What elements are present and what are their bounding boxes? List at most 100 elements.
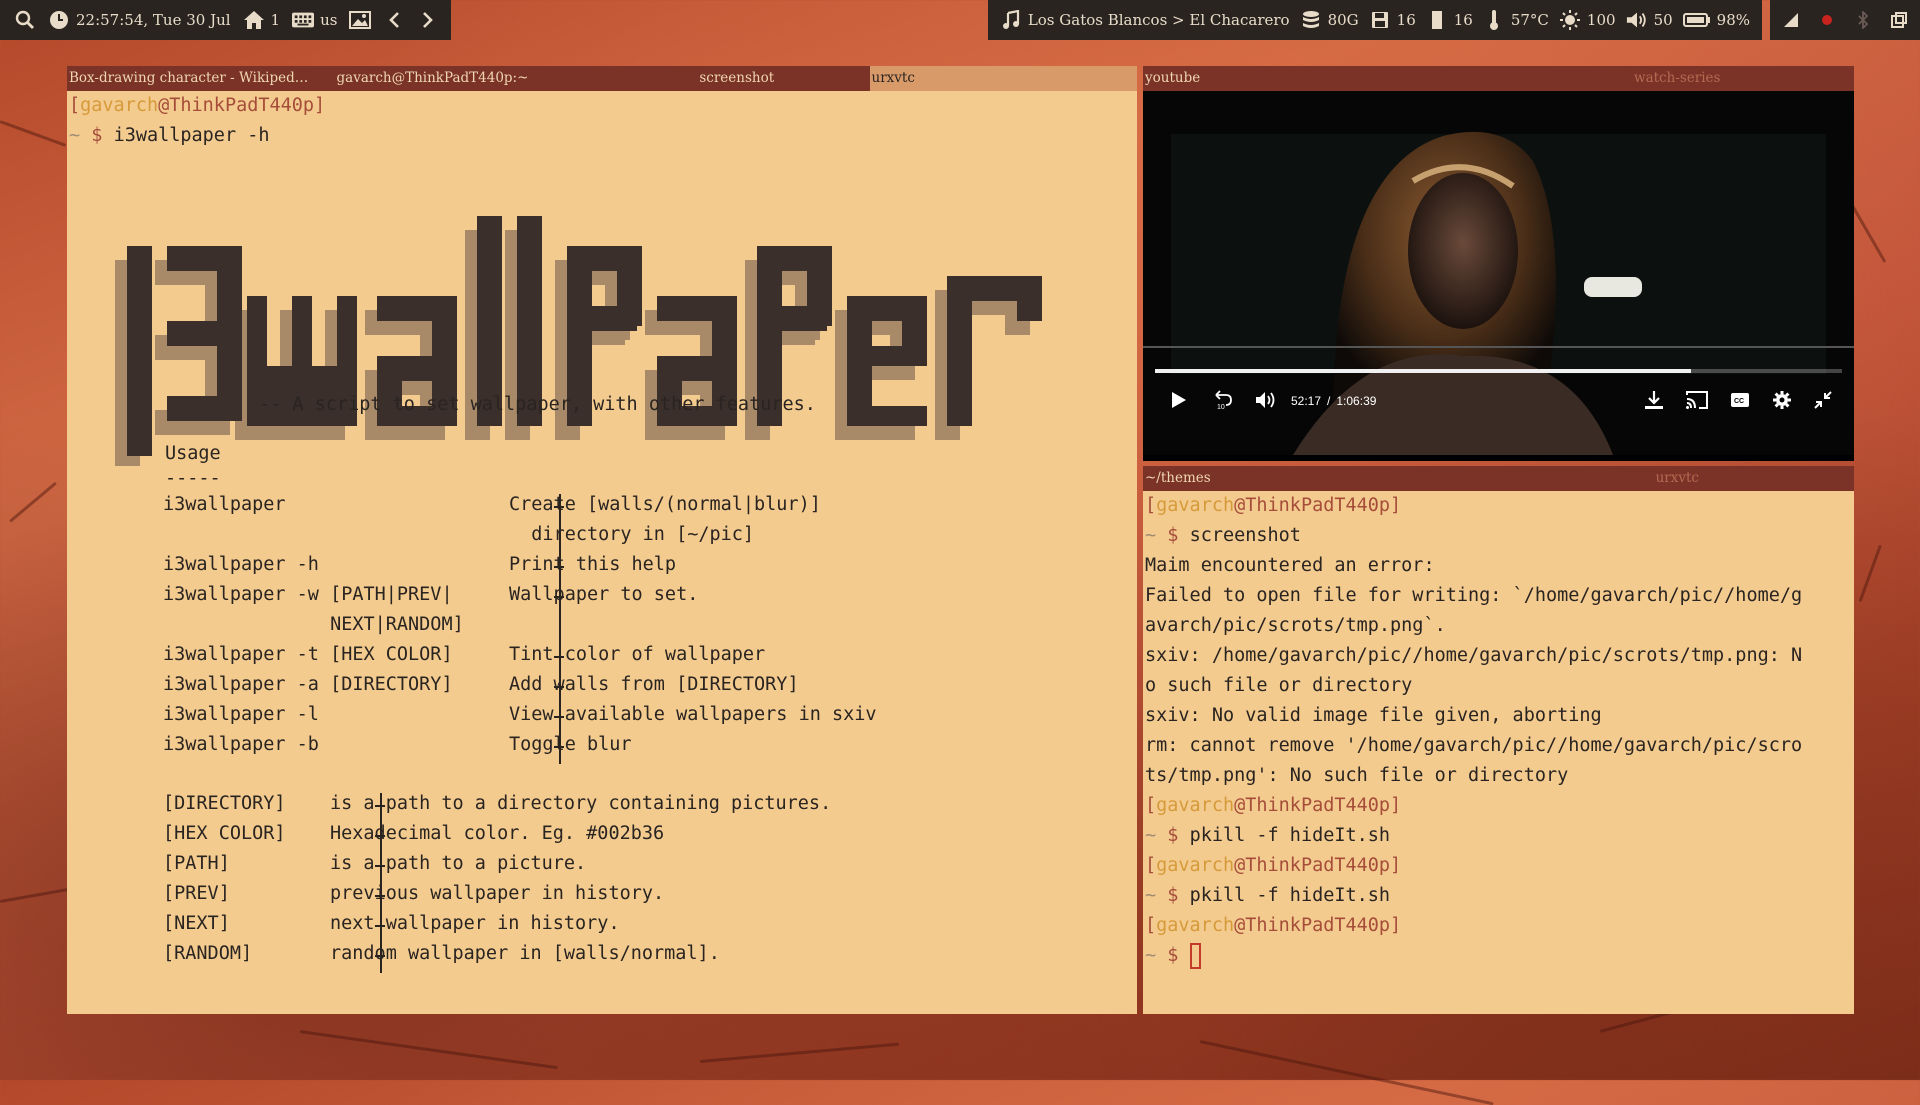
- progress-bar-track[interactable]: [1155, 369, 1842, 373]
- output-line: ts/tmp.png': No such file or directory: [1145, 765, 1569, 786]
- volume-icon: [1626, 9, 1648, 31]
- captions-icon[interactable]: CC: [1730, 392, 1750, 411]
- download-icon[interactable]: [1644, 390, 1664, 413]
- param-description: random wallpaper in [walls/normal].: [330, 943, 720, 964]
- workspace-indicator[interactable]: 1: [243, 9, 281, 31]
- left-terminal-window[interactable]: Box-drawing character - Wikiped… gavarch…: [67, 66, 1137, 1014]
- param-table: [DIRECTORY] is a path to a directory cont…: [163, 793, 1063, 983]
- right-terminal-window[interactable]: ~/themes urxvtc [gavarch@ThinkPadT440p] ~…: [1143, 466, 1854, 1014]
- output-line: rm: cannot remove '/home/gavarch/pic//ho…: [1145, 735, 1803, 756]
- command-line: ~ $ i3wallpaper -h: [67, 121, 270, 151]
- prompt-dollar: $: [1167, 525, 1179, 546]
- prompt-close: ]: [1390, 495, 1402, 516]
- save-value: 16: [1396, 11, 1416, 29]
- prompt-dollar: $: [91, 125, 103, 146]
- prompt-at: @: [1234, 915, 1246, 936]
- output-line: avarch/pic/scrots/tmp.png`.: [1145, 615, 1446, 636]
- param-row: [RANDOM] random wallpaper in [walls/norma…: [163, 939, 1063, 969]
- usage-command: i3wallpaper: [163, 494, 286, 515]
- command-text: pkill -f hideIt.sh: [1189, 885, 1391, 906]
- prompt-close: ]: [1390, 795, 1402, 816]
- temperature-status: 57°C: [1483, 9, 1549, 31]
- keyboard-layout[interactable]: us: [292, 9, 337, 31]
- tab-urxvtc-right[interactable]: urxvtc: [1499, 466, 1855, 491]
- prompt-close: ]: [1390, 855, 1402, 876]
- play-icon[interactable]: [1171, 391, 1187, 412]
- clock-text: 22:57:54, Tue 30 Jul: [76, 11, 231, 29]
- mute-icon[interactable]: [1255, 391, 1277, 412]
- tab-urxvtc[interactable]: urxvtc: [869, 66, 1137, 91]
- command-line: ~ $ pkill -f hideIt.sh: [1143, 821, 1802, 851]
- usage-row: i3wallpaper -h Print this help: [163, 550, 1063, 580]
- prompt-open: [: [69, 95, 81, 116]
- database-icon: [1300, 9, 1322, 31]
- prompt-at: @: [1234, 855, 1246, 876]
- tab-wikipedia[interactable]: Box-drawing character - Wikiped…: [67, 66, 335, 91]
- current-time: 52:17: [1291, 394, 1322, 408]
- tab-watch-series[interactable]: watch-series: [1499, 66, 1855, 91]
- disk-value: 80G: [1327, 11, 1359, 29]
- workspace-number: 1: [270, 11, 281, 29]
- usage-description: Toggle blur: [509, 734, 632, 755]
- video-tabbar: youtube watch-series: [1143, 66, 1854, 91]
- exit-fullscreen-icon[interactable]: [1814, 390, 1832, 412]
- bluetooth-icon[interactable]: [1852, 9, 1874, 31]
- window-switch-icon[interactable]: [1888, 9, 1910, 31]
- prompt-host: ThinkPadT440p: [1245, 855, 1391, 876]
- brightness-status[interactable]: 100: [1559, 9, 1616, 31]
- active-command-line: ~ $: [1143, 941, 1802, 971]
- prompt-dollar: $: [1167, 945, 1179, 966]
- tab-home-terminal[interactable]: gavarch@ThinkPadT440p:~: [335, 66, 603, 91]
- command-text: i3wallpaper -h: [113, 125, 270, 146]
- prompt-host: ThinkPadT440p: [169, 95, 315, 116]
- video-window[interactable]: youtube watch-series 10 52:17 / 1:06:39 …: [1143, 66, 1854, 461]
- prompt-close: ]: [314, 95, 326, 116]
- brightness-value: 100: [1586, 11, 1616, 29]
- disk-status: 80G: [1300, 9, 1359, 31]
- param-description: previous wallpaper in history.: [330, 883, 665, 904]
- settings-gear-icon[interactable]: [1772, 390, 1792, 413]
- volume-value: 50: [1653, 11, 1673, 29]
- video-player[interactable]: 10 52:17 / 1:06:39 CC: [1143, 91, 1854, 455]
- left-tabbar: Box-drawing character - Wikiped… gavarch…: [67, 66, 1137, 91]
- music-status[interactable]: Los Gatos Blancos > El Chacarero: [1000, 9, 1290, 31]
- usage-row: directory in [~/pic]: [163, 520, 1063, 550]
- previous-workspace-icon[interactable]: [383, 9, 405, 31]
- next-workspace-icon[interactable]: [417, 9, 439, 31]
- wallpaper-image-icon[interactable]: [349, 9, 372, 31]
- cast-icon[interactable]: [1686, 390, 1708, 412]
- search-icon[interactable]: [14, 9, 36, 31]
- usage-description: directory in [~/pic]: [509, 524, 755, 545]
- volume-status[interactable]: 50: [1626, 9, 1673, 31]
- svg-text:CC: CC: [1734, 398, 1744, 405]
- time-separator: /: [1327, 394, 1331, 408]
- usage-description: Print this help: [509, 554, 677, 575]
- usage-description: Create [walls/(normal|blur)]: [509, 494, 821, 515]
- prompt-dollar: $: [1167, 825, 1179, 846]
- text-cursor[interactable]: [1189, 943, 1201, 969]
- param-description: is a path to a directory containing pict…: [330, 793, 832, 814]
- replay-10-icon[interactable]: 10: [1213, 389, 1233, 413]
- usage-command: i3wallpaper -l: [163, 704, 319, 725]
- usage-row: i3wallpaper -w [PATH|PREV| Wallpaper to s…: [163, 580, 1063, 610]
- memory-icon: [1426, 9, 1448, 31]
- tab-screenshot[interactable]: screenshot: [602, 66, 870, 91]
- prompt-open: [: [1145, 495, 1157, 516]
- wifi-icon[interactable]: [1780, 9, 1802, 31]
- prompt-tilde: ~: [69, 125, 81, 146]
- prompt-line: [gavarch@ThinkPadT440p]: [1143, 791, 1802, 821]
- command-line: ~ $ screenshot: [1143, 521, 1802, 551]
- tab-themes[interactable]: ~/themes: [1143, 466, 1499, 491]
- prompt-line: [gavarch@ThinkPadT440p]: [1143, 911, 1802, 941]
- prompt-tilde: ~: [1145, 885, 1157, 906]
- param-name: [RANDOM]: [163, 943, 253, 964]
- tab-youtube[interactable]: youtube: [1143, 66, 1499, 91]
- record-indicator-icon[interactable]: [1816, 9, 1838, 31]
- status-bar-left: 22:57:54, Tue 30 Jul 1 us: [0, 0, 452, 40]
- player-controls: 10 52:17 / 1:06:39 CC: [1143, 381, 1854, 421]
- status-bar-right: Los Gatos Blancos > El Chacarero 80G 16 …: [987, 0, 1762, 40]
- music-track: Los Gatos Blancos > El Chacarero: [1027, 11, 1290, 29]
- prompt-host: ThinkPadT440p: [1245, 495, 1391, 516]
- param-name: [PREV]: [163, 883, 230, 904]
- prompt-open: [: [1145, 795, 1157, 816]
